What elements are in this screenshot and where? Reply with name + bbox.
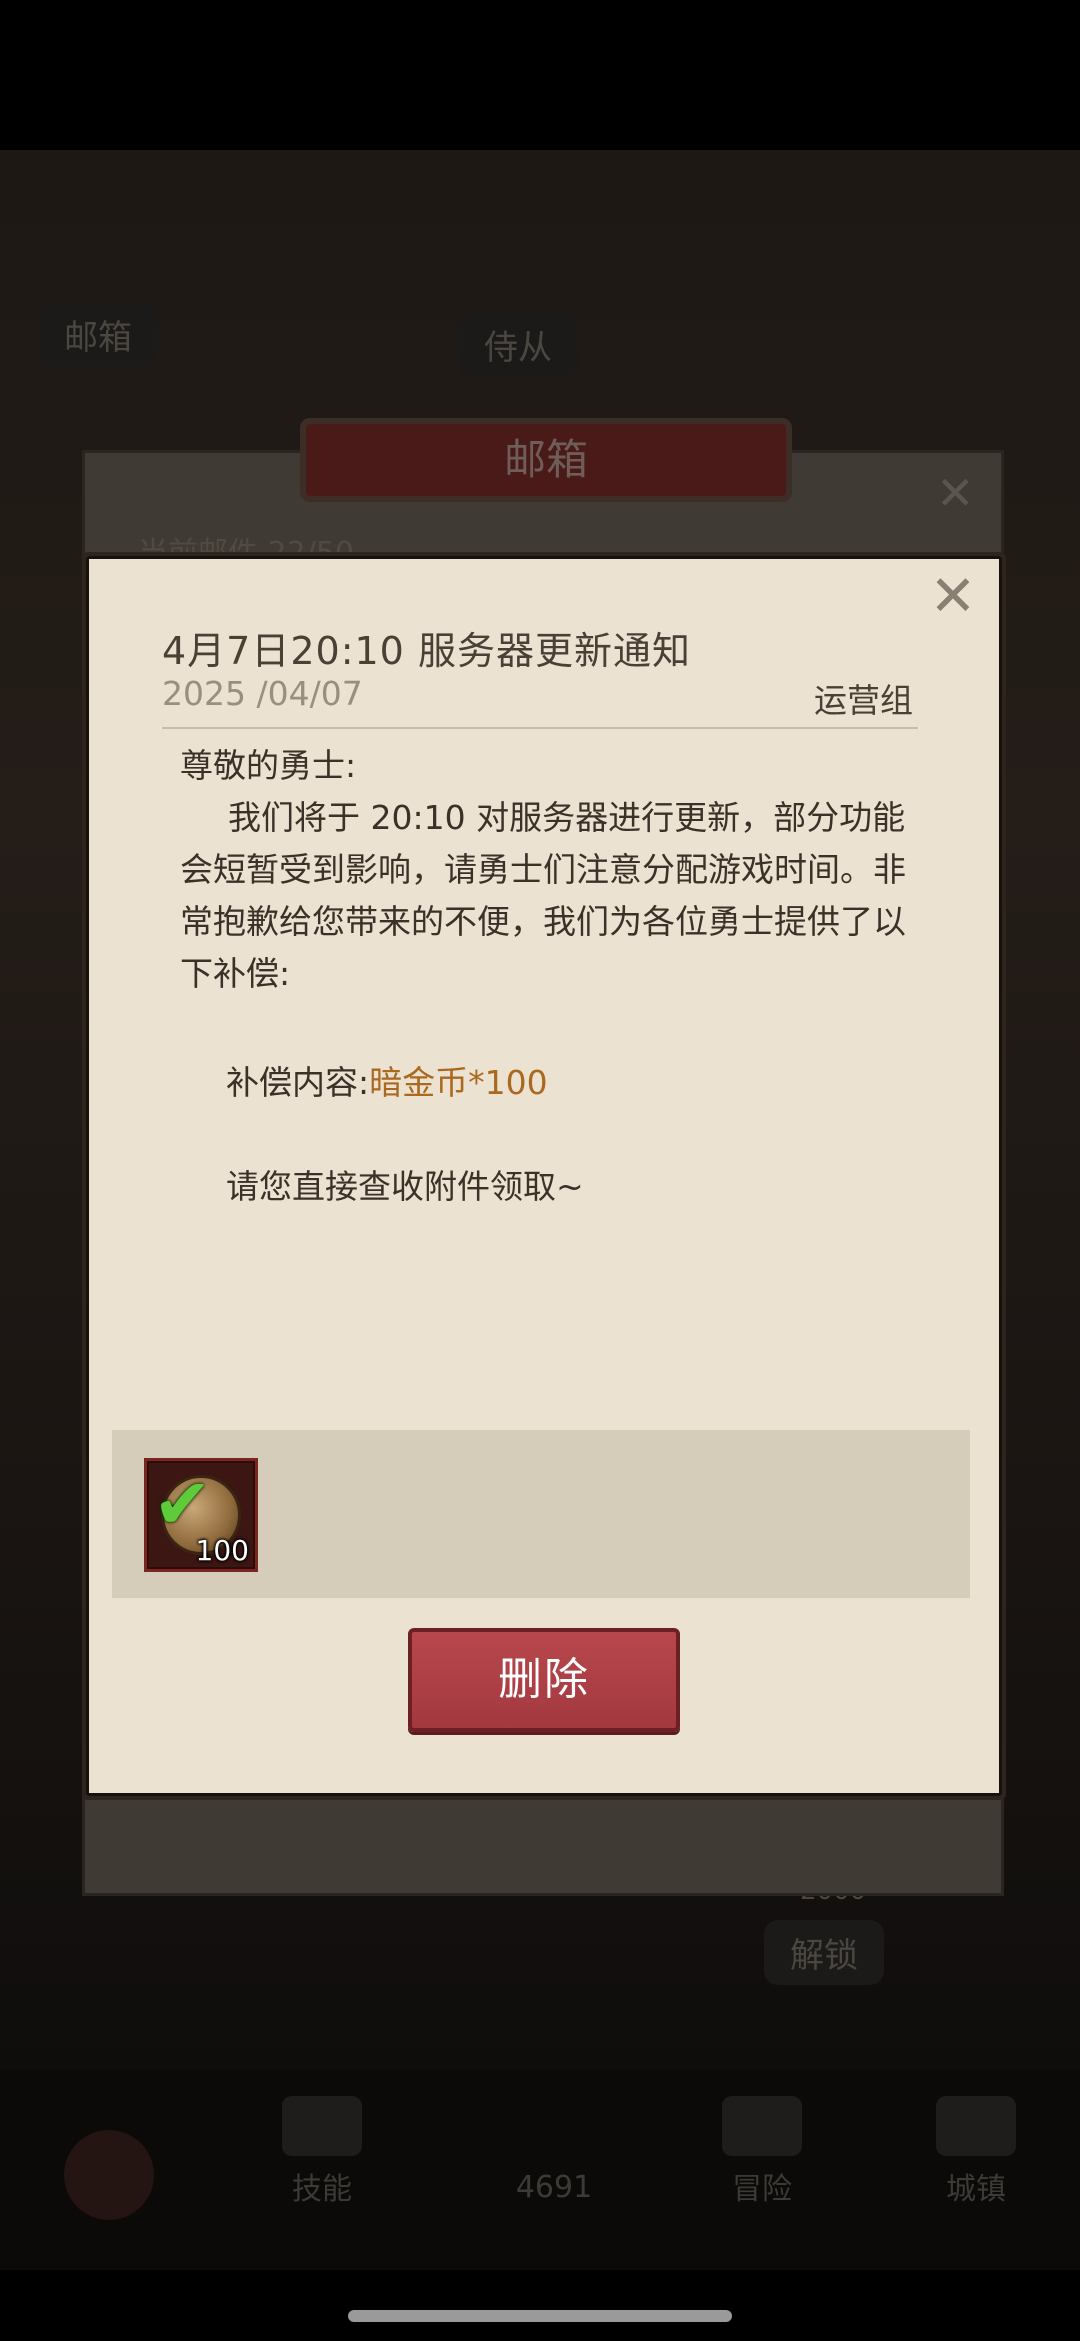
close-icon[interactable]: ✕ [928, 569, 978, 625]
home-indicator[interactable] [348, 2310, 732, 2322]
attachment-item-slot[interactable]: ✔ 100 [144, 1458, 258, 1572]
nav-town: 城镇 [906, 2096, 1046, 2208]
nav-town-label: 城镇 [946, 2172, 1006, 2207]
background-mailbox-chip: 邮箱 [38, 302, 158, 367]
nav-center-label: 4691 [515, 2170, 593, 2205]
nav-center: 4691 [484, 2170, 624, 2205]
mail-greeting: 尊敬的勇士: [180, 746, 357, 785]
attachment-quantity: 100 [195, 1534, 249, 1567]
compensation-value: 暗金币*100 [369, 1063, 548, 1102]
castle-icon [936, 2096, 1016, 2156]
check-icon: ✔ [153, 1463, 212, 1545]
background-unlock-chip: 解锁 [764, 1920, 884, 1985]
mail-title: 4月7日20:10 服务器更新通知 [162, 629, 691, 673]
nav-skills: 技能 [252, 2096, 392, 2208]
nav-adventure: 冒险 [692, 2096, 832, 2208]
mail-paragraph: 我们将于 20:10 对服务器进行更新，部分功能会短暂受到影响，请勇士们注意分配… [180, 798, 906, 993]
nav-adventure-label: 冒险 [732, 2172, 792, 2207]
nav-close-icon [64, 2130, 154, 2220]
outer-close-icon: ✕ [936, 466, 975, 520]
mail-sender: 运营组 [814, 681, 913, 720]
nav-skills-label: 技能 [292, 2172, 352, 2207]
compensation-label: 补偿内容: [226, 1063, 370, 1102]
skill-icon [282, 2096, 362, 2156]
claim-instruction: 请您直接查收附件领取~ [226, 1167, 584, 1206]
compensation-line: 补偿内容:暗金币*100 [226, 1056, 548, 1104]
map-icon [722, 2096, 802, 2156]
outer-mailbox-title: 邮箱 [300, 418, 792, 502]
mail-date: 2025 /04/07 [162, 674, 363, 713]
header-divider [162, 727, 918, 729]
background-follower-chip: 侍从 [458, 312, 578, 377]
bottom-nav: 技能 4691 冒险 城镇 [0, 2070, 1080, 2270]
mail-body: 尊敬的勇士: 我们将于 20:10 对服务器进行更新，部分功能会短暂受到影响，请… [180, 740, 910, 1000]
delete-button[interactable]: 删除 [408, 1628, 680, 1732]
